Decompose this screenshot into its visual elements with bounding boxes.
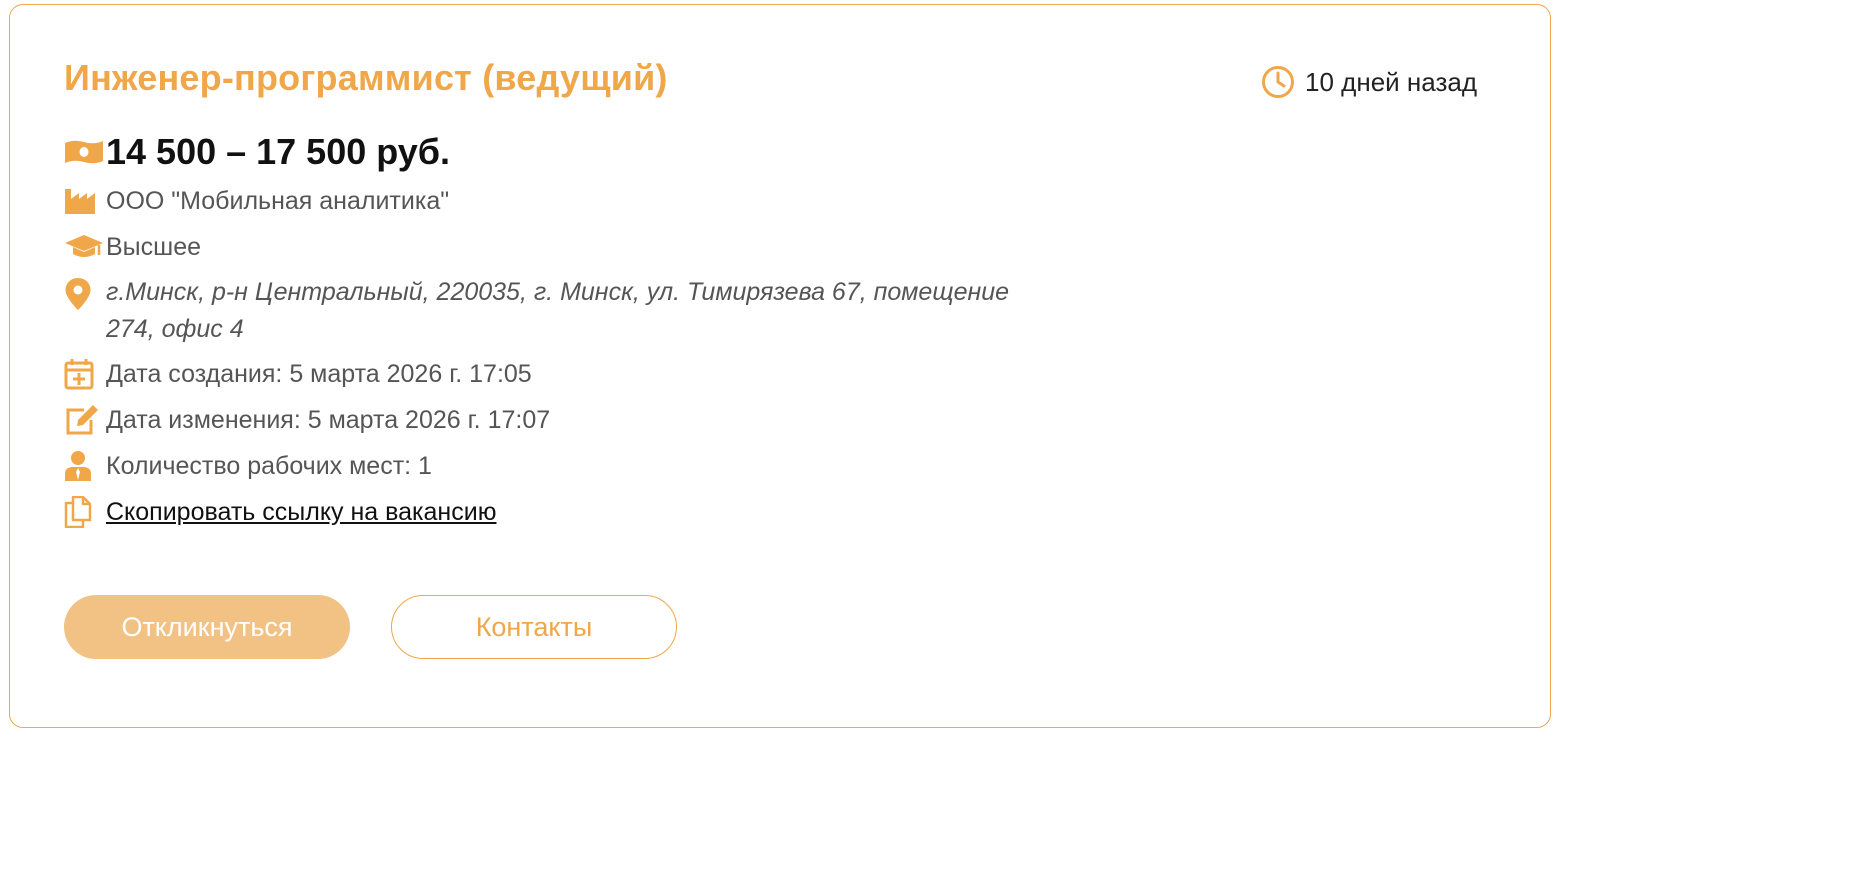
factory-icon [64,184,106,218]
modified-row: Дата изменения: 5 марта 2026 г. 17:07 [64,403,550,437]
clock-icon [1261,65,1295,99]
copy-link-row: Скопировать ссылку на вакансию [64,495,496,529]
apply-button[interactable]: Откликнуться [64,595,350,659]
calendar-plus-icon [64,357,106,391]
education-level: Высшее [106,232,202,261]
company-name: ООО "Мобильная аналитика" [106,186,450,215]
company-row: ООО "Мобильная аналитика" [64,184,449,218]
education-row: Высшее [64,230,201,264]
workplaces-row: Количество рабочих мест: 1 [64,449,432,483]
contacts-button[interactable]: Контакты [391,595,677,659]
modified-date: Дата изменения: 5 марта 2026 г. 17:07 [106,405,551,434]
copy-link-button[interactable]: Скопировать ссылку на вакансию [106,498,496,527]
posted-time-label: 10 дней назад [1305,66,1477,97]
graduation-cap-icon [64,230,106,264]
workplaces-count: Количество рабочих мест: 1 [106,451,432,480]
address-row: г.Минск, р-н Центральный, 220035, г. Мин… [64,277,1046,348]
copy-icon[interactable] [64,495,106,529]
map-pin-icon [64,277,106,311]
user-icon [64,449,106,483]
address-text: г.Минск, р-н Центральный, 220035, г. Мин… [106,278,1010,343]
salary-row: 14 500 – 17 500 руб. [64,131,450,173]
money-icon [64,135,106,169]
vacancy-title[interactable]: Инженер-программист (ведущий) [64,57,668,99]
salary-value: 14 500 – 17 500 руб. [106,131,451,172]
vacancy-card: Инженер-программист (ведущий) 10 дней на… [9,4,1551,728]
posted-time: 10 дней назад [1261,65,1477,99]
created-row: Дата создания: 5 марта 2026 г. 17:05 [64,357,532,391]
edit-icon [64,403,106,437]
created-date: Дата создания: 5 марта 2026 г. 17:05 [106,359,532,388]
